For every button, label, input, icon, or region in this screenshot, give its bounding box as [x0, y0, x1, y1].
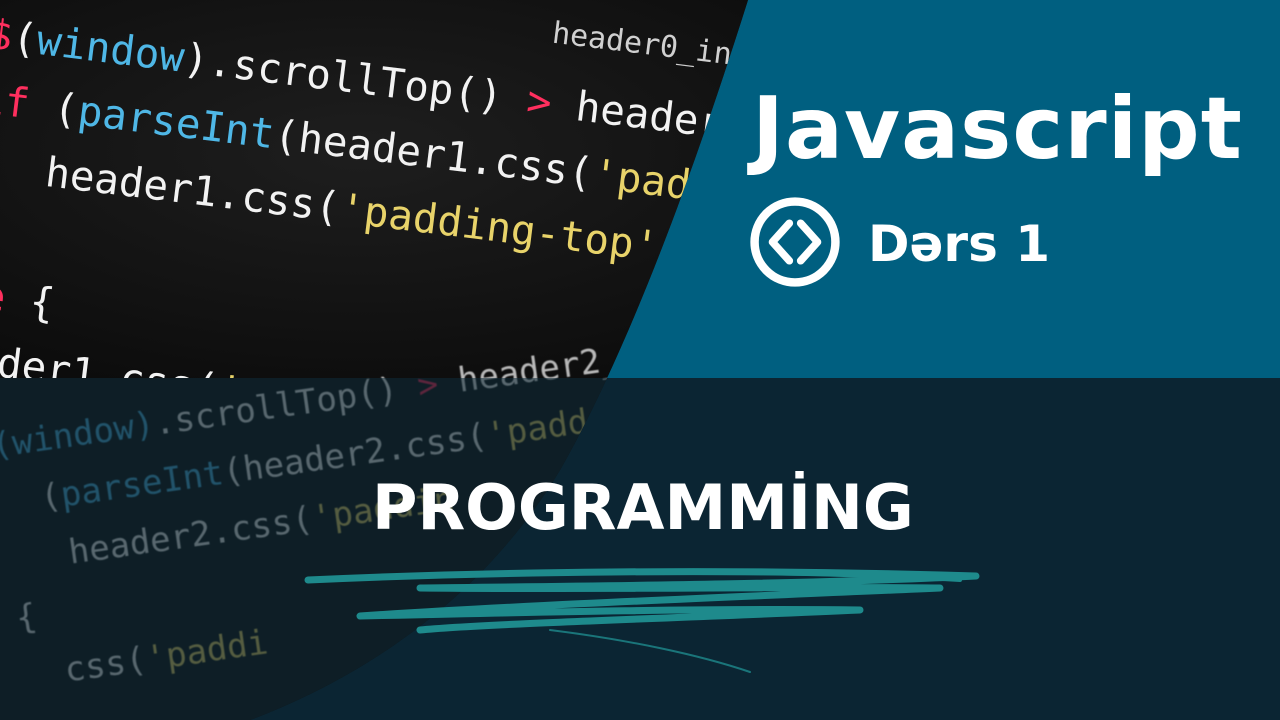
lesson-label: Dərs 1 — [868, 215, 1051, 273]
page-title: Javascript — [752, 79, 1243, 179]
thumbnail: header0_initia$(window).scrollTop() > he… — [0, 0, 1280, 720]
code-brackets-icon — [750, 197, 840, 287]
brush-underline — [304, 568, 980, 673]
tagline: PROGRAMMİNG — [372, 471, 914, 544]
